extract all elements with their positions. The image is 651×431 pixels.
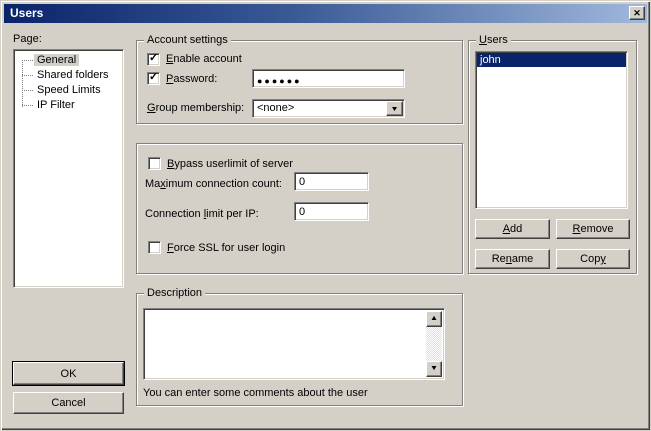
bypass-userlimit-label: Bypass userlimit of server	[167, 158, 293, 171]
page-item-shared-folders[interactable]: Shared folders	[14, 68, 123, 83]
connection-limits-group: Bypass userlimit of server Maximum conne…	[136, 143, 463, 274]
page-label: Page:	[13, 33, 42, 46]
password-input[interactable]	[252, 69, 405, 88]
arrow-up-icon: ▲	[426, 312, 443, 326]
group-membership-label: Group membership:	[147, 102, 244, 115]
ok-button[interactable]: OK	[13, 362, 124, 385]
users-dialog: Users ✕ Page: General Shared folders Spe…	[0, 0, 651, 431]
connection-limit-ip-label: Connection limit per IP:	[145, 208, 259, 221]
titlebar[interactable]: Users ✕	[4, 4, 647, 23]
group-membership-select[interactable]: <none> ▼	[252, 99, 405, 118]
enable-account-label: Enable account	[166, 53, 242, 66]
account-settings-caption: Account settings	[144, 34, 231, 47]
users-caption: Users	[476, 34, 511, 47]
scroll-down-button[interactable]: ▼	[426, 361, 442, 377]
max-connection-input[interactable]	[294, 172, 369, 191]
account-settings-group: Account settings ✓ Enable account ✓ Pass…	[136, 40, 463, 124]
description-textarea[interactable]	[146, 311, 425, 377]
add-user-button[interactable]: Add	[475, 219, 550, 239]
chevron-down-icon: ▼	[386, 102, 404, 117]
description-caption: Description	[144, 287, 205, 300]
description-scrollbar[interactable]: ▲ ▼	[426, 311, 442, 377]
group-membership-value: <none>	[257, 102, 294, 115]
close-button[interactable]: ✕	[629, 6, 645, 20]
scroll-up-button[interactable]: ▲	[426, 311, 442, 327]
remove-user-button[interactable]: Remove	[556, 219, 630, 239]
users-list[interactable]: john	[475, 51, 628, 209]
password-checkbox[interactable]: ✓	[147, 72, 160, 85]
description-field-frame: ▲ ▼	[143, 308, 445, 380]
force-ssl-label: Force SSL for user login	[167, 242, 285, 255]
description-group: Description ▲ ▼ You can enter some comme…	[136, 293, 463, 406]
max-connection-label: Maximum connection count:	[145, 178, 282, 191]
page-item-ip-filter[interactable]: IP Filter	[14, 98, 123, 113]
page-item-speed-limits[interactable]: Speed Limits	[14, 83, 123, 98]
check-icon: ✓	[149, 71, 158, 84]
page-list[interactable]: General Shared folders Speed Limits IP F…	[13, 49, 124, 288]
window-title: Users	[10, 6, 43, 20]
connection-limit-ip-input[interactable]	[294, 202, 369, 221]
check-icon: ✓	[149, 52, 158, 65]
enable-account-checkbox[interactable]: ✓	[147, 53, 160, 66]
description-hint: You can enter some comments about the us…	[143, 387, 368, 400]
combo-dropdown-button[interactable]: ▼	[386, 101, 403, 116]
user-list-item[interactable]: john	[477, 53, 626, 67]
copy-user-button[interactable]: Copy	[556, 249, 630, 269]
rename-user-button[interactable]: Rename	[475, 249, 550, 269]
password-label: Password:	[166, 73, 217, 86]
arrow-down-icon: ▼	[426, 362, 443, 376]
page-item-general[interactable]: General	[14, 53, 123, 68]
cancel-button[interactable]: Cancel	[13, 392, 124, 414]
close-icon: ✕	[633, 8, 641, 18]
force-ssl-checkbox[interactable]	[148, 241, 161, 254]
bypass-userlimit-checkbox[interactable]	[148, 157, 161, 170]
users-group: Users john Add Remove Rename Copy	[468, 40, 637, 274]
